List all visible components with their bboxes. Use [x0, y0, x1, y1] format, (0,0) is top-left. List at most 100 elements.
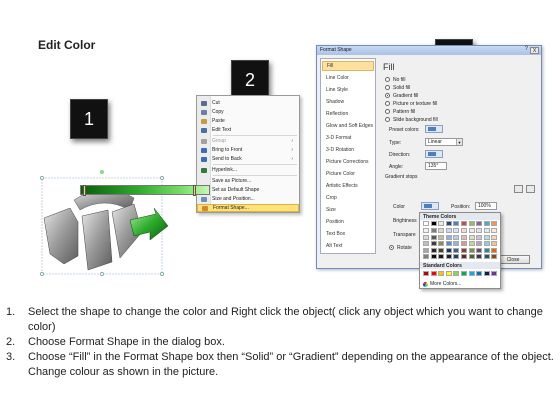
theme-color-swatch[interactable] — [438, 228, 445, 233]
nav-item-glow-and-soft-edges[interactable]: Glow and Soft Edges — [322, 121, 374, 131]
fill-option-pattern-fill[interactable]: Pattern fill — [385, 108, 415, 115]
theme-color-swatch[interactable] — [438, 241, 445, 246]
direction-dropdown[interactable] — [425, 150, 443, 158]
radio-button[interactable] — [385, 117, 390, 122]
preset-colors-dropdown[interactable] — [425, 125, 443, 133]
theme-color-swatch[interactable] — [453, 254, 460, 259]
theme-color-swatch[interactable] — [445, 234, 452, 240]
theme-color-swatch[interactable] — [468, 254, 475, 259]
close-button[interactable]: Close — [496, 255, 530, 264]
add-stop-button[interactable] — [514, 185, 523, 193]
nav-item-shadow[interactable]: Shadow — [322, 97, 374, 107]
angle-input[interactable]: 135° — [425, 162, 447, 170]
menu-item-save-as-picture[interactable]: Save as Picture... — [197, 177, 299, 185]
radio-button[interactable] — [385, 109, 390, 114]
standard-color-swatch[interactable] — [483, 271, 490, 276]
theme-color-swatch[interactable] — [461, 221, 467, 226]
checkbox[interactable] — [389, 245, 394, 250]
theme-color-swatch[interactable] — [476, 221, 483, 226]
theme-color-swatch[interactable] — [468, 221, 475, 226]
theme-color-swatch[interactable] — [430, 254, 437, 259]
menu-item-copy[interactable]: Copy — [197, 108, 299, 116]
menu-item-send-to-back[interactable]: Send to Back › — [197, 155, 299, 163]
theme-color-swatch[interactable] — [423, 234, 429, 240]
theme-color-swatch[interactable] — [445, 228, 452, 233]
nav-item-reflection[interactable]: Reflection — [322, 109, 374, 119]
theme-color-swatch[interactable] — [430, 247, 437, 253]
standard-color-swatch[interactable] — [438, 271, 445, 276]
radio-button[interactable] — [385, 77, 390, 82]
nav-item-size[interactable]: Size — [322, 205, 374, 215]
menu-item-bring-to-front[interactable]: Bring to Front › — [197, 146, 299, 154]
theme-color-swatch[interactable] — [438, 221, 445, 226]
theme-color-swatch[interactable] — [438, 234, 445, 240]
radio-button[interactable] — [385, 85, 390, 90]
theme-color-swatch[interactable] — [483, 234, 490, 240]
theme-color-swatch[interactable] — [453, 221, 460, 226]
theme-color-swatch[interactable] — [461, 247, 467, 253]
theme-color-swatch[interactable] — [445, 247, 452, 253]
theme-color-swatch[interactable] — [491, 221, 498, 226]
menu-item-set-as-default-shape[interactable]: Set as Default Shape — [197, 186, 299, 194]
radio-button[interactable] — [385, 93, 390, 98]
fill-option-gradient-fill[interactable]: Gradient fill — [385, 92, 418, 99]
menu-item-cut[interactable]: Cut — [197, 99, 299, 107]
menu-item-edit-text[interactable]: Edit Text — [197, 126, 299, 134]
color-dropdown[interactable] — [421, 202, 439, 210]
gradient-stop-handle[interactable] — [83, 185, 86, 196]
theme-color-swatch[interactable] — [491, 241, 498, 246]
theme-color-swatch[interactable] — [468, 247, 475, 253]
standard-color-swatch[interactable] — [491, 271, 498, 276]
nav-item-artistic-effects[interactable]: Artistic Effects — [322, 181, 374, 191]
theme-color-swatch[interactable] — [453, 234, 460, 240]
fill-option-no-fill[interactable]: No fill — [385, 76, 406, 83]
theme-color-swatch[interactable] — [468, 234, 475, 240]
nav-item-3-d-format[interactable]: 3-D Format — [322, 133, 374, 143]
theme-color-swatch[interactable] — [461, 234, 467, 240]
menu-item-size-and-position[interactable]: Size and Position... — [197, 195, 299, 203]
nav-item-3-d-rotation[interactable]: 3-D Rotation — [322, 145, 374, 155]
standard-color-swatch[interactable] — [461, 271, 467, 276]
theme-color-swatch[interactable] — [430, 221, 437, 226]
theme-color-swatch[interactable] — [491, 228, 498, 233]
theme-color-swatch[interactable] — [483, 247, 490, 253]
fill-option-solid-fill[interactable]: Solid fill — [385, 84, 410, 91]
menu-item-paste[interactable]: Paste — [197, 117, 299, 125]
menu-item-group[interactable]: Group › — [197, 137, 299, 145]
theme-color-swatch[interactable] — [476, 254, 483, 259]
theme-color-swatch[interactable] — [483, 254, 490, 259]
theme-color-swatch[interactable] — [438, 247, 445, 253]
theme-color-swatch[interactable] — [453, 228, 460, 233]
position-input[interactable]: 100% — [475, 202, 497, 210]
theme-color-swatch[interactable] — [430, 228, 437, 233]
theme-color-swatch[interactable] — [483, 228, 490, 233]
theme-color-swatch[interactable] — [423, 254, 429, 259]
fill-option-slide-background-fill[interactable]: Slide background fill — [385, 116, 438, 123]
theme-color-swatch[interactable] — [461, 241, 467, 246]
theme-color-swatch[interactable] — [453, 241, 460, 246]
standard-color-swatch[interactable] — [445, 271, 452, 276]
nav-item-text-box[interactable]: Text Box — [322, 229, 374, 239]
theme-color-swatch[interactable] — [476, 241, 483, 246]
standard-color-swatch[interactable] — [423, 271, 429, 276]
theme-color-swatch[interactable] — [461, 228, 467, 233]
theme-color-swatch[interactable] — [483, 221, 490, 226]
theme-color-swatch[interactable] — [423, 228, 429, 233]
close-icon[interactable]: X — [530, 47, 539, 54]
theme-color-swatch[interactable] — [491, 247, 498, 253]
nav-item-position[interactable]: Position — [322, 217, 374, 227]
nav-item-crop[interactable]: Crop — [322, 193, 374, 203]
theme-color-swatch[interactable] — [423, 221, 429, 226]
more-colors-link[interactable]: More Colors... — [423, 281, 461, 287]
menu-item-hyperlink[interactable]: Hyperlink... — [197, 166, 299, 174]
theme-color-swatch[interactable] — [445, 221, 452, 226]
theme-color-swatch[interactable] — [476, 247, 483, 253]
standard-color-swatch[interactable] — [468, 271, 475, 276]
theme-color-swatch[interactable] — [430, 234, 437, 240]
standard-color-swatch[interactable] — [476, 271, 483, 276]
theme-color-swatch[interactable] — [468, 228, 475, 233]
nav-item-fill[interactable]: Fill — [322, 61, 374, 71]
menu-item-format-shape[interactable]: Format Shape... — [197, 204, 299, 212]
fill-option-picture-or-texture-fill[interactable]: Picture or texture fill — [385, 100, 437, 107]
nav-item-alt-text[interactable]: Alt Text — [322, 241, 374, 251]
